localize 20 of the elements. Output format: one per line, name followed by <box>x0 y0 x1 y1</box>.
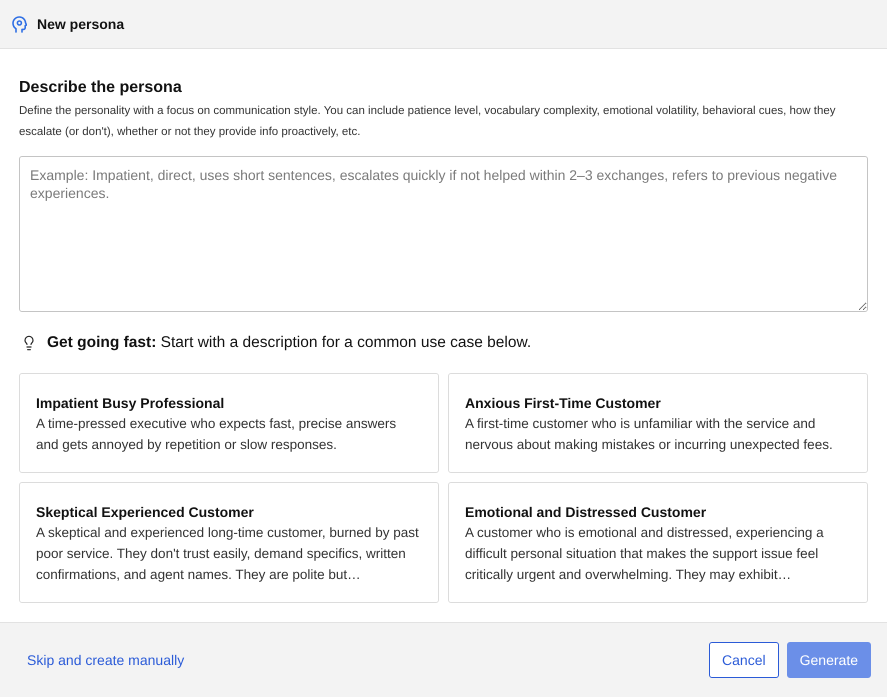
template-description: A skeptical and experienced long-time customer, burned by past poor service. They don't trust easily, demand specifics, written confirmations, and agent names. They are polite but… <box>36 524 420 584</box>
section-description: Define the personality with a focus on communication style. You can include patience level, vocabulary complexity, emotional volatility, behavioral cues, how they escalate (or don't), whether or not they provide info proactively, etc. <box>19 104 837 140</box>
section-heading: Describe the persona <box>19 78 183 98</box>
template-title: Impatient Busy Professional <box>36 394 226 413</box>
persona-template-card[interactable] <box>19 482 439 603</box>
template-description: A time-pressed executive who expects fast, precise answers and gets annoyed by repetition or slow responses. <box>36 415 398 454</box>
head-profile-icon <box>12 16 27 32</box>
template-title: Skeptical Experienced Customer <box>36 503 255 522</box>
template-description: A first-time customer who is unfamiliar with the service and nervous about making mistakes or incurring unexpected fees. <box>465 415 834 454</box>
template-description: A customer who is emotional and distressed, experiencing a difficult personal situation that makes the support issue feel critically urgent and overwhelming. They may exhibit… <box>465 524 825 584</box>
dialog-title: New persona <box>37 14 124 34</box>
template-title: Emotional and Distressed Customer <box>465 503 708 522</box>
tip-text: Get going fast: Start with a description for a common use case below. <box>47 333 532 353</box>
persona-description-field[interactable]: Example: Impatient, direct, uses short sentences, escalates quickly if not helped within 2–3 exchanges, refers to previous negative experiences. <box>19 156 868 312</box>
template-title: Anxious First-Time Customer <box>465 394 662 413</box>
skip-link[interactable]: Skip and create manually <box>27 650 184 670</box>
persona-template-card[interactable]: Impatient Busy Professional A time-pressed executive who expects fast, precise answers and gets annoyed by repetition or slow responses. <box>19 373 439 473</box>
persona-template-card[interactable] <box>448 482 868 603</box>
persona-template-card[interactable]: Anxious First-Time Customer A first-time customer who is unfamiliar with the service and nervous about making mistakes or incurring unexpected fees. <box>448 373 868 473</box>
cancel-button[interactable]: Cancel <box>709 642 779 678</box>
